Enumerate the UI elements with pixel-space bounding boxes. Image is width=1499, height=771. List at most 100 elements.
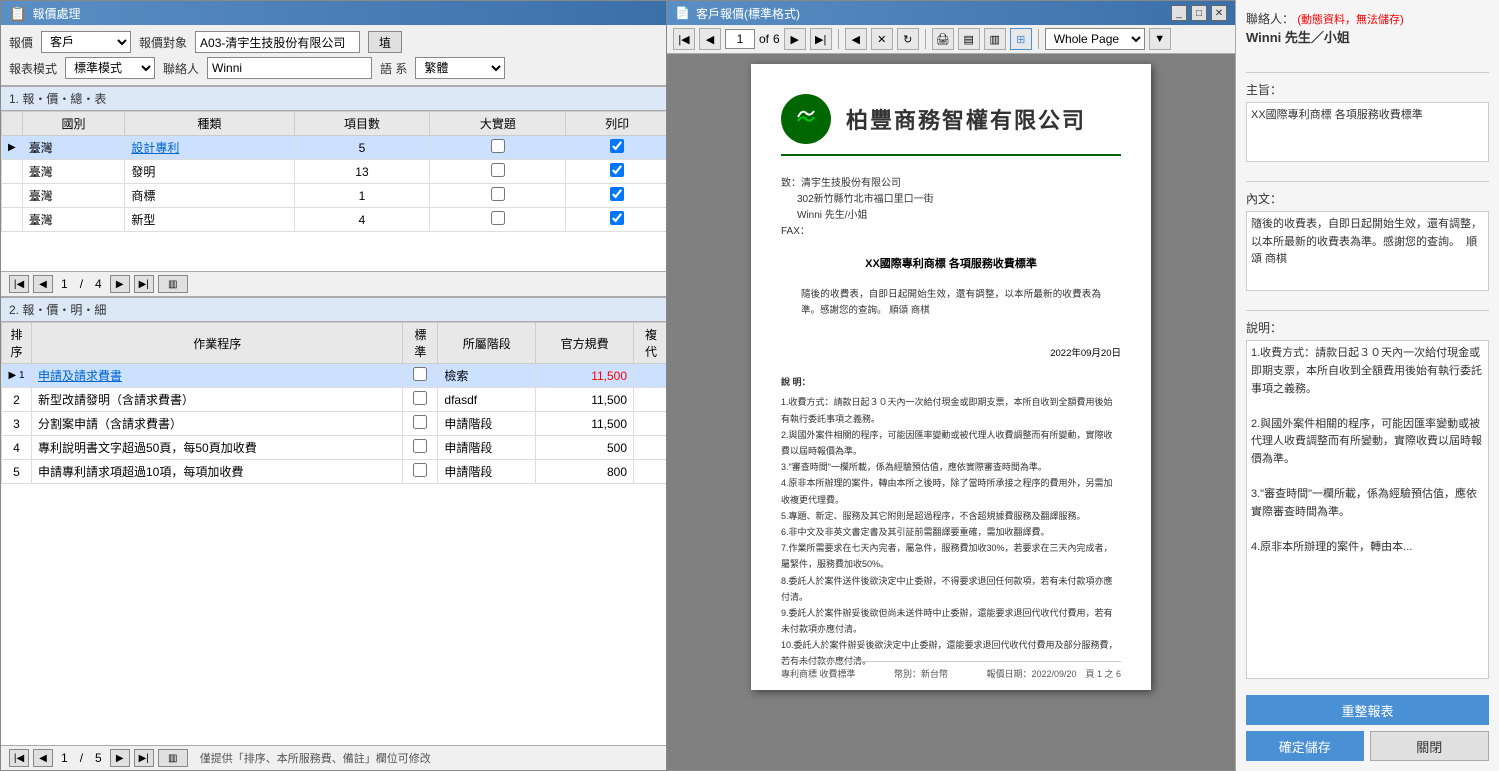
- table-row[interactable]: 3 分割案申請（含請求費書） 申請階段 11,500: [2, 412, 669, 436]
- pdf-note-7: 7.作業所需要求在七天內完者，屬急件，服務費加收30%，若要求在三天內完成者，屬…: [781, 540, 1121, 572]
- print-cell[interactable]: [566, 208, 669, 232]
- pv-refresh-btn[interactable]: ↻: [897, 28, 919, 50]
- print-cell[interactable]: [566, 136, 669, 160]
- print-cell[interactable]: [566, 184, 669, 208]
- pv-page-input[interactable]: [725, 29, 755, 49]
- pdf-footer: 專利商標 收費標準 幣別：新台幣 報價日期：2022/09/20 頁 1 之 6: [781, 661, 1121, 680]
- standard-cell[interactable]: [403, 388, 438, 412]
- pv-view3-btn[interactable]: ⊞: [1010, 28, 1032, 50]
- lower-nav-expand-btn[interactable]: ▥: [158, 749, 188, 767]
- pv-print-btn[interactable]: 🖨: [932, 28, 954, 50]
- large-cell[interactable]: [430, 208, 566, 232]
- stage-cell: 申請階段: [438, 436, 536, 460]
- lower-nav-total: 5: [91, 751, 106, 765]
- col-standard: 標準: [403, 323, 438, 364]
- main-window: 📋 報價處理 報價 客戶 報價對象 埴 報表模式 標準模式 聯絡人 語 系 繁體: [0, 0, 670, 771]
- count-cell: 1: [294, 184, 430, 208]
- large-cell[interactable]: [430, 184, 566, 208]
- table-row[interactable]: 臺灣 商標 1: [2, 184, 669, 208]
- type-cell: 新型: [125, 208, 294, 232]
- input-quotation-target[interactable]: [195, 31, 360, 53]
- large-cell[interactable]: [430, 136, 566, 160]
- pv-last-btn[interactable]: ▶|: [810, 28, 832, 50]
- pv-stop-btn[interactable]: ✕: [871, 28, 893, 50]
- print-cell[interactable]: [566, 160, 669, 184]
- lower-nav-prev-btn[interactable]: ◀: [33, 749, 53, 767]
- nav-expand-btn[interactable]: ▥: [158, 275, 188, 293]
- restore-button[interactable]: □: [1191, 5, 1207, 21]
- country-cell: 臺灣: [22, 160, 125, 184]
- fee-cell: 11,500: [536, 364, 634, 388]
- table-row[interactable]: ▶ 1 申請及請求費書 檢索 11,500: [2, 364, 669, 388]
- col-print: 列印: [566, 112, 669, 136]
- pdf-note-4: 4.原非本所辦理的案件，轉由本所之後時，除了當時所承接之程序的費用外，另需加收複…: [781, 475, 1121, 507]
- lower-nav-next-btn[interactable]: ▶: [110, 749, 130, 767]
- nav-last-btn[interactable]: ▶|: [134, 275, 154, 293]
- pv-back-btn[interactable]: ◀: [845, 28, 867, 50]
- pv-separator1: [838, 29, 839, 49]
- row-pointer-cell: [2, 208, 23, 232]
- pv-first-btn[interactable]: |◀: [673, 28, 695, 50]
- table-row[interactable]: ▶ 臺灣 設計專利 5: [2, 136, 669, 160]
- select-language[interactable]: 繁體: [415, 57, 505, 79]
- pv-total-pages: 6: [773, 32, 780, 46]
- lower-section: 2. 報・價・明・細 排序 作業程序 標準 所屬階段 官方規費 複代 ▶ 1: [1, 297, 669, 770]
- pv-view2-btn[interactable]: ▥: [984, 28, 1006, 50]
- minimize-button[interactable]: _: [1171, 5, 1187, 21]
- nav-total: 4: [91, 277, 106, 291]
- standard-cell[interactable]: [403, 412, 438, 436]
- procedure-cell: 申請專利請求項超過10項，每項加收費: [32, 460, 403, 484]
- rp-notes-textarea[interactable]: 1.收費方式：請款日起３０天內一次給付現金或即期支票，本所自收到全額費用後始有執…: [1246, 340, 1489, 679]
- rp-subject-textarea[interactable]: XX國際專利商標 各項服務收費標準: [1246, 102, 1489, 162]
- pv-of-text: of: [759, 32, 769, 46]
- standard-cell[interactable]: [403, 364, 438, 388]
- upper-table: 國別 種類 項目數 大實題 列印 ▶ 臺灣 設計專利 5: [1, 111, 669, 232]
- pdf-note-3: 3."審查時間"一欄所載，係為經驗預估值，應依實際審查時間為準。: [781, 459, 1121, 475]
- label-contact: 聯絡人: [163, 60, 199, 77]
- select-report-mode[interactable]: 標準模式: [65, 57, 155, 79]
- procedure-cell[interactable]: 申請及請求費書: [32, 364, 403, 388]
- pv-zoom-select[interactable]: Whole Page: [1045, 28, 1145, 50]
- pdf-note-2: 2.與國外案件相關的程序，可能因匯率變動或被代理人收費調整而有所變動，實際收費以…: [781, 427, 1121, 459]
- close-button[interactable]: 關閉: [1370, 731, 1490, 761]
- select-quotation-type[interactable]: 客戶: [41, 31, 131, 53]
- table-row[interactable]: 臺灣 新型 4: [2, 208, 669, 232]
- pv-separator2: [925, 29, 926, 49]
- refresh-report-button[interactable]: 重整報表: [1246, 695, 1489, 725]
- lower-status-text: 僅提供「排序、本所服務費、備註」欄位可修改: [200, 750, 431, 766]
- type-cell[interactable]: 設計專利: [125, 136, 294, 160]
- stage-cell: dfasdf: [438, 388, 536, 412]
- table-row[interactable]: 2 新型改請發明（含請求費書） dfasdf 11,500: [2, 388, 669, 412]
- close-button[interactable]: ✕: [1211, 5, 1227, 21]
- pdf-date: 2022年09月20日: [781, 345, 1121, 359]
- section2-title: 2. 報・價・明・細: [9, 303, 106, 317]
- preview-content[interactable]: 柏豐商務智權有限公司 致：清宇生技股份有限公司 302新竹縣竹北市福口里口一街 …: [667, 54, 1235, 770]
- lower-nav-first-btn[interactable]: |◀: [9, 749, 29, 767]
- rp-content-textarea[interactable]: 隨後的收費表，自即日起開始生效，還有調整，以本所最新的收費表為準。感謝您的查詢。…: [1246, 211, 1489, 291]
- pdf-to-address: 302新竹縣竹北市福口里口一街: [781, 192, 1121, 208]
- pdf-logo-inner: [788, 99, 824, 140]
- table-row[interactable]: 5 申請專利請求項超過10項，每項加收費 申請階段 800: [2, 460, 669, 484]
- toolbar-row2: 報表模式 標準模式 聯絡人 語 系 繁體: [9, 57, 661, 79]
- fill-button[interactable]: 埴: [368, 31, 402, 53]
- pv-view1-btn[interactable]: ▤: [958, 28, 980, 50]
- pv-zoom-dropdown-btn[interactable]: ▼: [1149, 28, 1171, 50]
- large-cell[interactable]: [430, 160, 566, 184]
- lower-nav-bar: |◀ ◀ 1 / 5 ▶ ▶| ▥ 僅提供「排序、本所服務費、備註」欄位可修改: [1, 745, 669, 770]
- standard-cell[interactable]: [403, 460, 438, 484]
- rp-contact-label: 聯絡人： (動態資料，無法儲存): [1246, 10, 1489, 27]
- confirm-save-button[interactable]: 確定儲存: [1246, 731, 1364, 761]
- pv-prev-btn[interactable]: ◀: [699, 28, 721, 50]
- procedure-cell: 分割案申請（含請求費書）: [32, 412, 403, 436]
- nav-prev-btn[interactable]: ◀: [33, 275, 53, 293]
- standard-cell[interactable]: [403, 436, 438, 460]
- pv-next-btn[interactable]: ▶: [784, 28, 806, 50]
- main-toolbar: 報價 客戶 報價對象 埴 報表模式 標準模式 聯絡人 語 系 繁體: [1, 25, 669, 86]
- table-row[interactable]: 4 專利說明書文字超過50頁，每50頁加收費 申請階段 500: [2, 436, 669, 460]
- lower-nav-last-btn[interactable]: ▶|: [134, 749, 154, 767]
- input-contact[interactable]: [207, 57, 372, 79]
- nav-next-btn[interactable]: ▶: [110, 275, 130, 293]
- preview-title-bar: 📄 客戶報價(標準格式) _ □ ✕: [667, 1, 1235, 25]
- nav-first-btn[interactable]: |◀: [9, 275, 29, 293]
- table-row[interactable]: 臺灣 發明 13: [2, 160, 669, 184]
